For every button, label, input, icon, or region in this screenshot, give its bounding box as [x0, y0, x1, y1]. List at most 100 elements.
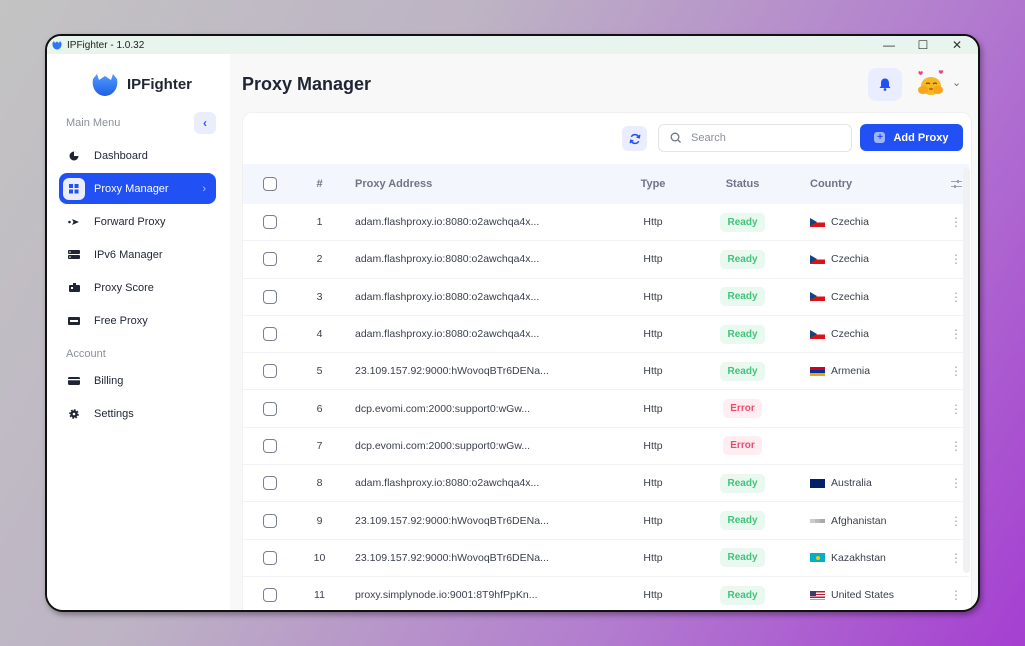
status-badge: Error [723, 399, 762, 419]
refresh-button[interactable] [622, 126, 647, 151]
flag-cz-icon [810, 329, 825, 339]
proxy-type: Http [643, 589, 663, 602]
row-checkbox[interactable] [263, 438, 277, 453]
sidebar-item-proxy-score[interactable]: Proxy Score [59, 272, 216, 303]
column-header-country[interactable]: Country [803, 178, 943, 190]
table-row[interactable]: 5 23.109.157.92:9000:hWovoqBTr6DENa... H… [243, 353, 969, 391]
country-name: Kazakhstan [831, 551, 886, 564]
column-header-status[interactable]: Status [682, 178, 803, 190]
row-checkbox[interactable] [263, 550, 277, 565]
flag-sun [816, 555, 820, 560]
table-row[interactable]: 8 adam.flashproxy.io:8080:o2awchqa4x... … [243, 465, 969, 503]
country-name: Czechia [831, 328, 869, 341]
main-menu-label: Main Menu [66, 117, 121, 129]
table-row[interactable]: 10 23.109.157.92:9000:hWovoqBTr6DENa... … [243, 540, 969, 577]
sidebar-item-label: Forward Proxy [94, 215, 166, 228]
proxy-address: adam.flashproxy.io:8080:o2awchqa4x... [355, 253, 540, 266]
table-row[interactable]: 7 dcp.evomi.com:2000:support0:wGw... Htt… [243, 428, 969, 466]
row-checkbox[interactable] [263, 476, 277, 491]
column-header-address[interactable]: Proxy Address [342, 178, 624, 190]
proxy-table: # Proxy Address Type Status Country 1 ad… [243, 164, 969, 610]
brand-name: IPFighter [127, 75, 193, 93]
account-label: Account [66, 348, 106, 360]
country-name: Afghanistan [831, 514, 887, 527]
row-checkbox[interactable] [263, 401, 277, 416]
search-field[interactable] [658, 124, 852, 152]
add-proxy-button[interactable]: + Add Proxy [860, 124, 963, 151]
gear-icon [63, 403, 85, 425]
row-actions-button[interactable]: ⋮ [943, 589, 969, 601]
proxy-address: 23.109.157.92:9000:hWovoqBTr6DENa... [355, 514, 549, 527]
user-avatar[interactable] [914, 68, 946, 100]
more-vertical-icon: ⋮ [950, 327, 962, 342]
sidebar-item-label: Free Proxy [94, 314, 148, 327]
sidebar-item-billing[interactable]: Billing [59, 365, 216, 396]
sidebar-item-ipv6-manager[interactable]: IPv6 Manager [59, 239, 216, 270]
chevron-down-icon[interactable]: ⌄ [952, 76, 961, 89]
row-checkbox[interactable] [263, 588, 277, 603]
more-vertical-icon: ⋮ [950, 289, 962, 304]
brand[interactable]: IPFighter [91, 71, 192, 97]
plus-icon: + [874, 132, 886, 143]
score-icon [63, 277, 85, 299]
row-number: 3 [316, 290, 323, 303]
row-checkbox[interactable] [263, 364, 277, 379]
table-row[interactable]: 2 adam.flashproxy.io:8080:o2awchqa4x... … [243, 241, 969, 279]
table-row[interactable]: 9 23.109.157.92:9000:hWovoqBTr6DENa... H… [243, 502, 969, 540]
sidebar-item-label: IPv6 Manager [94, 248, 163, 261]
country-name: United States [831, 589, 895, 602]
chevron-right-icon: › [202, 182, 206, 195]
sidebar-item-free-proxy[interactable]: Free Proxy [59, 305, 216, 336]
collapse-sidebar-button[interactable]: ‹ [194, 112, 216, 134]
proxy-address: adam.flashproxy.io:8080:o2awchqa4x... [355, 216, 540, 229]
proxy-address: 23.109.157.92:9000:hWovoqBTr6DENa... [355, 365, 549, 378]
row-checkbox[interactable] [263, 513, 277, 528]
country-name: Czechia [831, 290, 869, 303]
status-badge: Ready [720, 324, 765, 344]
close-button[interactable]: ✕ [940, 36, 974, 54]
table-row[interactable]: 4 adam.flashproxy.io:8080:o2awchqa4x... … [243, 316, 969, 354]
sidebar-item-settings[interactable]: Settings [59, 398, 216, 429]
notifications-button[interactable] [868, 68, 902, 101]
row-checkbox[interactable] [263, 252, 277, 267]
proxy-type: Http [643, 290, 663, 303]
more-vertical-icon: ⋮ [950, 438, 962, 453]
table-scrollbar[interactable] [963, 168, 970, 573]
more-vertical-icon: ⋮ [950, 513, 962, 528]
close-icon: ✕ [951, 38, 963, 52]
proxy-type: Http [643, 328, 663, 341]
sidebar-item-label: Billing [94, 374, 124, 387]
flag-af-icon [810, 518, 825, 523]
ticket-icon [63, 310, 85, 332]
search-input[interactable] [691, 132, 841, 144]
sidebar-item-dashboard[interactable]: Dashboard [59, 140, 216, 171]
table-row[interactable]: 3 adam.flashproxy.io:8080:o2awchqa4x... … [243, 279, 969, 316]
row-number: 4 [316, 328, 323, 341]
row-checkbox[interactable] [263, 215, 277, 230]
sidebar-item-forward-proxy[interactable]: Forward Proxy [59, 206, 216, 237]
table-row[interactable]: 1 adam.flashproxy.io:8080:o2awchqa4x... … [243, 204, 969, 242]
maximize-icon: ☐ [917, 38, 929, 52]
column-header-type[interactable]: Type [624, 178, 682, 190]
flag-canton [810, 590, 816, 596]
app-window: IPFighter - 1.0.32 — ☐ ✕ IPFighter Main … [45, 34, 980, 612]
row-number: 7 [316, 439, 323, 452]
column-header-num: # [316, 178, 323, 190]
sidebar-item-label: Settings [94, 407, 134, 420]
maximize-button[interactable]: ☐ [906, 36, 940, 54]
table-row[interactable]: 11 proxy.simplynode.io:9001:8T9hfPpKn...… [243, 577, 969, 610]
app-logo-icon [52, 41, 62, 50]
table-row[interactable]: 6 dcp.evomi.com:2000:support0:wGw... Htt… [243, 390, 969, 428]
select-all-checkbox[interactable] [263, 177, 277, 191]
more-vertical-icon: ⋮ [950, 364, 962, 379]
status-badge: Error [723, 436, 762, 456]
row-checkbox[interactable] [263, 289, 277, 304]
country-name: Armenia [831, 365, 871, 378]
sidebar-item-proxy-manager[interactable]: Proxy Manager › [59, 173, 216, 204]
minimize-button[interactable]: — [872, 36, 906, 54]
sidebar: IPFighter Main Menu ‹ Dashboard Proxy Ma… [47, 54, 230, 610]
country-name: Australia [831, 477, 872, 490]
country-name: Czechia [831, 216, 869, 229]
row-checkbox[interactable] [263, 327, 277, 342]
proxy-type: Http [643, 551, 663, 564]
